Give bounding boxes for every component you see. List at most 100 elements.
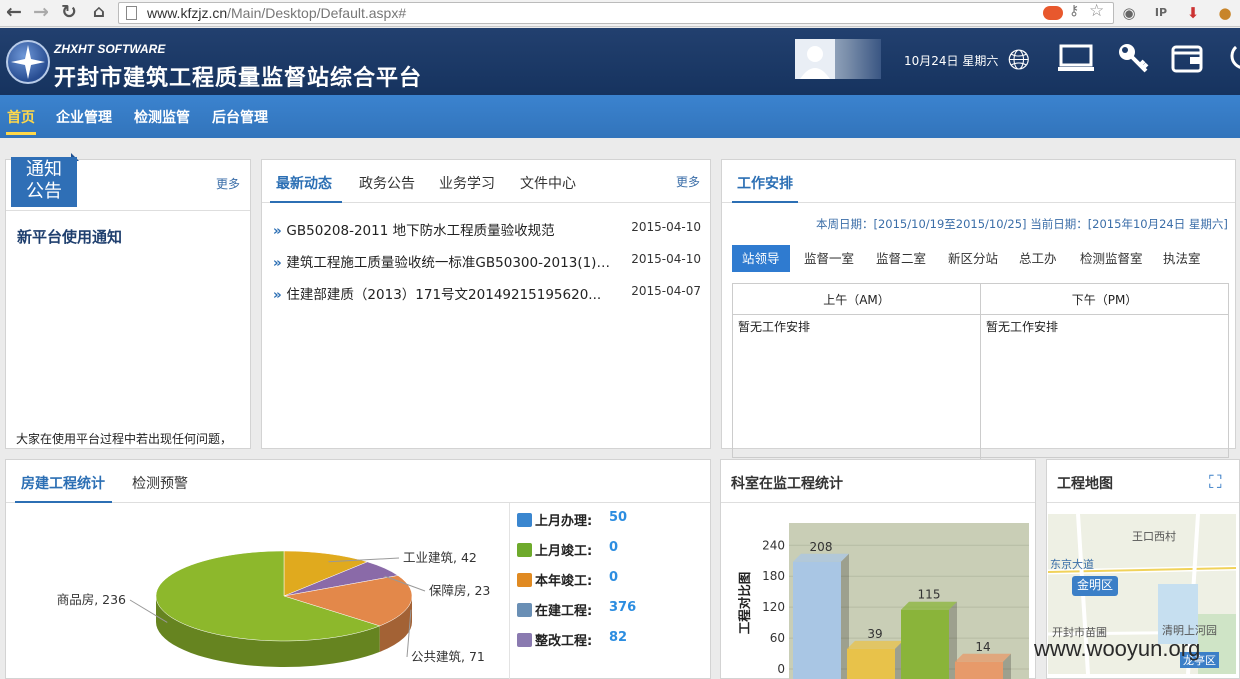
cookie-icon[interactable]: ● — [1214, 2, 1236, 24]
flag-icon — [517, 513, 532, 527]
wallet-icon[interactable] — [1168, 41, 1206, 79]
stat-row[interactable]: 在建工程: 376 — [517, 600, 636, 620]
stat-value[interactable]: 50 — [609, 510, 627, 525]
nav-item-enterprise[interactable]: 企业管理 — [56, 107, 112, 127]
tab-study[interactable]: 业务学习 — [439, 173, 495, 193]
y-axis-label: 工程对比图 — [737, 572, 752, 635]
forward-arrow-icon[interactable]: → — [30, 1, 52, 23]
tab-indicator — [732, 201, 798, 203]
divider — [6, 210, 250, 211]
news-title[interactable]: GB50208-2011 地下防水工程质量验收规范 — [286, 223, 554, 239]
download-icon[interactable]: ⬇ — [1182, 2, 1204, 24]
badge-line: 公告 — [26, 181, 62, 202]
avatar[interactable] — [795, 39, 881, 79]
news-title[interactable]: 住建部建质（2013）171号文20149215195620... — [286, 287, 601, 303]
news-item[interactable]: » 建筑工程施工质量验收统一标准GB50300-2013(1)2... 2015… — [273, 251, 701, 271]
address-bar[interactable]: www.kfzjz.cn/Main/Desktop/Default.aspx# … — [118, 1, 1114, 24]
y-tick-label: 180 — [762, 569, 785, 583]
bar — [793, 561, 841, 679]
stat-row[interactable]: 本年竣工: 0 — [517, 570, 618, 590]
extension-icon[interactable] — [1043, 6, 1063, 20]
tab-work-schedule[interactable]: 工作安排 — [737, 173, 793, 193]
stat-label: 上月办理: — [535, 514, 593, 529]
url-text: www.kfzjz.cn/Main/Desktop/Default.aspx# — [147, 5, 407, 21]
news-date: 2015-04-10 — [631, 252, 701, 266]
power-icon[interactable] — [1220, 41, 1240, 79]
news-date: 2015-04-10 — [631, 220, 701, 234]
pie-label: 公共建筑, 71 — [411, 649, 485, 664]
home-icon[interactable]: ⌂ — [88, 1, 110, 23]
main-nav: 首页 企业管理 检测监管 后台管理 — [0, 95, 1240, 138]
pie-chart: 工业建筑, 42 保障房, 23 公共建筑, 71 商品房, 236 — [57, 550, 490, 667]
map-label: 东京大道 — [1050, 558, 1094, 571]
stat-value[interactable]: 0 — [609, 570, 618, 585]
stat-row[interactable]: 整改工程: 82 — [517, 630, 627, 650]
notice-title[interactable]: 新平台使用通知 — [17, 226, 122, 247]
bar-chart: 0 60 120 180 240 工程对比图 208 39 115 14 — [737, 523, 1029, 679]
bar-top — [901, 601, 957, 610]
page-icon — [126, 6, 137, 20]
bar — [955, 661, 1003, 679]
dept-tab-leaders[interactable]: 站领导 — [732, 245, 790, 272]
header-divider — [733, 314, 1228, 315]
nav-item-home[interactable]: 首页 — [7, 107, 35, 127]
stat-value[interactable]: 0 — [609, 540, 618, 555]
bar-value-label: 208 — [810, 540, 833, 554]
y-tick-label: 240 — [762, 538, 785, 552]
tab-latest-news[interactable]: 最新动态 — [276, 173, 332, 193]
bookmark-star-icon[interactable]: ☆ — [1089, 1, 1104, 21]
dept-tab-newdistrict[interactable]: 新区分站 — [948, 245, 998, 272]
site-title: 开封市建筑工程质量监督站综合平台 — [54, 66, 423, 91]
am-header: 上午（AM） — [823, 293, 890, 307]
pm-header: 下午（PM） — [1071, 293, 1138, 307]
dept-tab-office1[interactable]: 监督一室 — [804, 245, 854, 272]
stat-label: 整改工程: — [535, 634, 593, 649]
dept-tab-chief-engineer[interactable]: 总工办 — [1019, 245, 1057, 272]
reload-icon[interactable]: ↻ — [58, 1, 80, 23]
news-more-link[interactable]: 更多 — [676, 173, 700, 190]
y-tick-label: 120 — [762, 600, 785, 614]
fullscreen-icon[interactable]: ⛶ — [1209, 472, 1222, 493]
news-item[interactable]: » 住建部建质（2013）171号文20149215195620... 2015… — [273, 283, 701, 303]
dept-tab-testing[interactable]: 检测监督室 — [1080, 245, 1143, 272]
nav-active-indicator — [6, 132, 36, 135]
bar-value-label: 14 — [975, 640, 990, 654]
key-icon[interactable]: ⚷ — [1069, 3, 1079, 19]
dept-tab-office2[interactable]: 监督二室 — [876, 245, 926, 272]
globe-icon[interactable]: 🌐︎ — [1000, 41, 1038, 79]
bullet-icon: » — [273, 223, 287, 239]
pie-label: 工业建筑, 42 — [403, 550, 477, 565]
watermark: www.wooyun.org — [1034, 636, 1201, 661]
news-title[interactable]: 建筑工程施工质量验收统一标准GB50300-2013(1)2... — [286, 255, 617, 271]
bar-value-label: 115 — [918, 588, 941, 602]
tab-gov-notice[interactable]: 政务公告 — [359, 173, 415, 193]
divider — [509, 503, 510, 679]
bar-top — [793, 553, 849, 562]
news-item[interactable]: » GB50208-2011 地下防水工程质量验收规范 2015-04-10 — [273, 219, 701, 239]
stat-label: 本年竣工: — [535, 574, 593, 589]
flag-icon — [517, 543, 532, 557]
notice-badge: 通知 公告 — [11, 157, 77, 207]
dept-tab-enforcement[interactable]: 执法室 — [1163, 245, 1201, 272]
notice-more-link[interactable]: 更多 — [216, 175, 240, 192]
ip-icon[interactable]: IP — [1150, 2, 1172, 24]
bar — [847, 648, 895, 679]
back-arrow-icon[interactable]: ← — [3, 1, 25, 23]
tab-documents[interactable]: 文件中心 — [520, 173, 576, 193]
stat-row[interactable]: 上月竣工: 0 — [517, 540, 618, 560]
wifi-icon[interactable]: ◉ — [1118, 2, 1140, 24]
notice-body: 大家在使用平台过程中若出现任何问题， — [16, 432, 233, 446]
browser-toolbar: ← → ↻ ⌂ www.kfzjz.cn/Main/Desktop/Defaul… — [0, 0, 1240, 27]
stat-value[interactable]: 82 — [609, 630, 627, 645]
stat-row[interactable]: 上月办理: 50 — [517, 510, 627, 530]
tab-building-stats[interactable]: 房建工程统计 — [21, 473, 105, 493]
pm-value: 暂无工作安排 — [986, 320, 1059, 334]
column-divider — [980, 284, 981, 459]
monitor-icon[interactable] — [1057, 41, 1095, 79]
tab-test-warning[interactable]: 检测预警 — [132, 473, 188, 493]
key-icon[interactable] — [1114, 41, 1152, 79]
nav-item-admin[interactable]: 后台管理 — [212, 107, 268, 127]
am-value: 暂无工作安排 — [738, 320, 811, 334]
stat-value[interactable]: 376 — [609, 600, 636, 615]
nav-item-inspection[interactable]: 检测监管 — [134, 107, 190, 127]
